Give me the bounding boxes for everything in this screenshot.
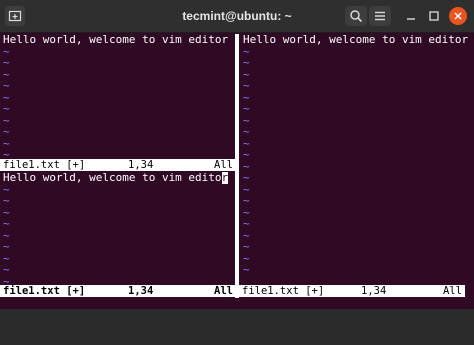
maximize-icon [429, 11, 439, 21]
status-line-bottom-left: file1.txt [+] 1,34 All [0, 285, 235, 297]
empty-line-marker: ~ [243, 148, 250, 161]
empty-line-marker: ~ [3, 56, 10, 69]
empty-line-marker: ~ [3, 102, 10, 115]
status-line-top-left: file1.txt [+] 1,34 All [0, 159, 235, 171]
status-filename: file1.txt [+] [3, 159, 86, 171]
empty-line-marker: ~ [3, 240, 10, 253]
vim-window-top-left[interactable]: Hello world, welcome to vim editor ~ ~ ~… [0, 34, 234, 159]
empty-line-marker: ~ [243, 79, 250, 92]
empty-line-marker: ~ [3, 263, 10, 276]
vim-window-bottom-left[interactable]: Hello world, welcome to vim editor ~ ~ ~… [0, 172, 234, 285]
empty-line-marker: ~ [243, 125, 250, 138]
buffer-line: Hello world, welcome to vim editor [243, 34, 469, 46]
search-icon [350, 10, 363, 23]
buffer-line-active: Hello world, welcome to vim editor [3, 172, 229, 184]
empty-line-marker: ~ [243, 194, 250, 207]
text-cursor: r [221, 172, 229, 184]
empty-line-marker: ~ [3, 274, 10, 285]
status-cursor-position: 1,34 [128, 159, 154, 171]
empty-line-marker: ~ [243, 263, 250, 276]
vertical-split-separator[interactable] [235, 34, 239, 298]
scrollbar-track[interactable] [466, 285, 474, 297]
empty-line-marker: ~ [243, 102, 250, 115]
status-cursor-position: 1,34 [128, 285, 154, 297]
status-line-right: file1.txt [+] 1,34 All [239, 285, 465, 297]
empty-line-marker: ~ [3, 148, 10, 159]
terminal-window: tecmint@ubuntu: ~ Hello world, welcome t… [0, 0, 474, 309]
menu-button[interactable] [369, 6, 391, 26]
close-icon [454, 12, 462, 20]
empty-line-marker: ~ [243, 240, 250, 253]
empty-line-marker: ~ [3, 79, 10, 92]
status-filename: file1.txt [+] [3, 285, 86, 297]
status-scroll-indicator: All [443, 285, 462, 297]
title-bar: tecmint@ubuntu: ~ [0, 0, 474, 33]
empty-line-marker: ~ [243, 171, 250, 184]
minimize-button[interactable] [404, 9, 418, 23]
new-tab-icon [8, 10, 22, 22]
hamburger-menu-icon [375, 11, 385, 21]
empty-line-marker: ~ [243, 56, 250, 69]
status-scroll-indicator: All [214, 159, 233, 171]
buffer-text: Hello world, welcome to vim edito [3, 172, 222, 184]
new-tab-button[interactable] [5, 6, 25, 26]
empty-line-marker: ~ [243, 217, 250, 230]
status-scroll-indicator: All [214, 285, 233, 297]
window-title: tecmint@ubuntu: ~ [182, 9, 292, 23]
close-button[interactable] [449, 7, 467, 25]
status-cursor-position: 1,34 [361, 285, 387, 297]
search-button[interactable] [345, 6, 367, 26]
vim-window-right[interactable]: Hello world, welcome to vim editor ~ ~ ~… [240, 34, 474, 285]
minimize-icon [407, 18, 415, 20]
maximize-button[interactable] [427, 9, 441, 23]
status-filename: file1.txt [+] [242, 285, 325, 297]
empty-line-marker: ~ [3, 217, 10, 230]
buffer-line: Hello world, welcome to vim editor [3, 34, 229, 46]
empty-line-marker: ~ [3, 194, 10, 207]
terminal-area[interactable]: Hello world, welcome to vim editor ~ ~ ~… [0, 34, 474, 309]
empty-line-marker: ~ [3, 125, 10, 138]
